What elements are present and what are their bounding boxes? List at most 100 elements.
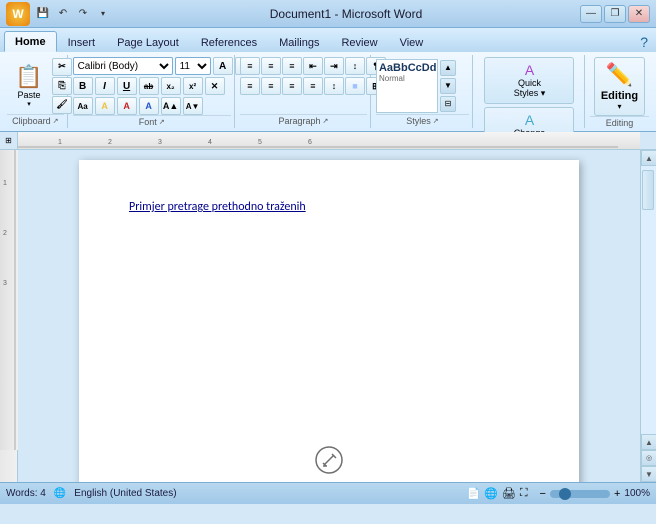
text-highlight-button[interactable]: A (95, 97, 115, 115)
ruler-corner-icon[interactable]: ⊞ (0, 132, 17, 149)
undo-quick-btn[interactable]: ↶ (54, 6, 72, 22)
clipboard-arrow-icon[interactable]: ↗ (53, 117, 59, 125)
font-color-button[interactable]: A (117, 97, 137, 115)
shading-button[interactable]: ■ (345, 77, 365, 95)
close-button[interactable]: ✕ (628, 5, 650, 23)
doc-scroll-area[interactable]: Primjer pretrage prethodno traženih (18, 150, 640, 482)
styles-up-icon[interactable]: ▲ (440, 60, 456, 76)
view-full-icon[interactable]: ⛶ (520, 487, 528, 500)
save-quick-btn[interactable]: 💾 (34, 6, 52, 22)
tab-insert[interactable]: Insert (57, 32, 107, 52)
ribbon: 📋 Paste ▾ ✂ ⎘ 🖌 Clipboard ↗ Calibri (Bod… (0, 52, 656, 132)
quick-styles-button[interactable]: A QuickStyles ▾ (484, 57, 574, 104)
editing-content: ✏️ Editing ▾ (590, 57, 649, 116)
underline-button[interactable]: U (117, 77, 137, 95)
select-browse-button[interactable]: ◎ (641, 450, 656, 466)
font-arrow-icon[interactable]: ↗ (159, 118, 165, 126)
italic-button[interactable]: I (95, 77, 115, 95)
quick-styles-group: A QuickStyles ▾ A ChangeStyles ▾ Styles (475, 55, 585, 128)
styles-arrow-icon[interactable]: ↗ (433, 117, 439, 125)
tab-review[interactable]: Review (330, 32, 388, 52)
tab-mailings[interactable]: Mailings (268, 32, 330, 52)
styles-nav: ▲ ▼ ⊟ (440, 60, 456, 112)
bullets-button[interactable]: ≡ (240, 57, 260, 75)
sort-button[interactable]: ↕ (345, 57, 365, 75)
scroll-thumb[interactable] (642, 170, 654, 210)
title-bar-left: W 💾 ↶ ↷ ▾ (6, 2, 112, 26)
editing-label: Editing (601, 90, 638, 102)
restore-button[interactable]: ❐ (604, 5, 626, 23)
styles-label: Styles ↗ (376, 114, 469, 126)
strikethrough-button[interactable]: ab (139, 77, 159, 95)
scroll-track[interactable] (641, 166, 656, 434)
paragraph-arrow-icon[interactable]: ↗ (323, 117, 329, 125)
svg-text:2: 2 (3, 230, 7, 237)
styles-down-icon[interactable]: ▼ (440, 78, 456, 94)
view-normal-icon[interactable]: 📄 (466, 487, 480, 500)
font-size-select[interactable]: 11 (175, 57, 211, 75)
paragraph-group: ≡ ≡ ≡ ⇤ ⇥ ↕ ¶ ≡ ≡ ≡ ≡ ↕ ■ ⊞ Paragraph ↗ (237, 55, 371, 128)
para-row1: ≡ ≡ ≡ ⇤ ⇥ ↕ ¶ (240, 57, 386, 75)
zoom-out-button[interactable]: − (540, 488, 546, 500)
document-page: Primjer pretrage prethodno traženih (79, 160, 579, 482)
scroll-up-button[interactable]: ▲ (641, 150, 656, 166)
tab-view[interactable]: View (389, 32, 435, 52)
decrease-indent-button[interactable]: ⇤ (303, 57, 323, 75)
ruler-scrollbar-corner (640, 132, 656, 150)
change-case-button[interactable]: Aa (73, 97, 93, 115)
vertical-ruler: 1 2 3 (0, 150, 18, 482)
font-color2-button[interactable]: A (139, 97, 159, 115)
tab-references[interactable]: References (190, 32, 268, 52)
minimize-button[interactable]: — (580, 5, 602, 23)
font-label: Font ↗ (73, 115, 231, 127)
clear-format-button[interactable]: ✕ (205, 77, 225, 95)
subscript-button[interactable]: x₂ (161, 77, 181, 95)
ruler-svg: 1 2 3 4 5 6 (18, 132, 640, 150)
help-icon[interactable]: ? (636, 32, 652, 52)
redo-quick-btn[interactable]: ↷ (74, 6, 92, 22)
font-size-dn-button[interactable]: A▼ (183, 97, 203, 115)
font-name-select[interactable]: Calibri (Body) (73, 57, 173, 75)
align-left-button[interactable]: ≡ (240, 77, 260, 95)
svg-text:1: 1 (3, 180, 7, 187)
status-left: Words: 4 🌐 English (United States) (6, 488, 177, 499)
zoom-in-button[interactable]: + (614, 488, 620, 500)
font-size-up-button[interactable]: A▲ (161, 97, 181, 115)
editing-button[interactable]: ✏️ Editing ▾ (594, 57, 645, 116)
zoom-slider[interactable] (550, 490, 610, 498)
ruler-corner[interactable]: ⊞ (0, 132, 18, 150)
next-page-button[interactable]: ▼ (641, 466, 656, 482)
styles-content: AaBbCcDd Normal ▲ ▼ ⊟ (376, 57, 469, 114)
svg-text:1: 1 (58, 139, 62, 146)
paste-button[interactable]: 📋 Paste ▾ (7, 61, 51, 111)
language-flag-icon: 🌐 (54, 488, 66, 499)
numbering-button[interactable]: ≡ (261, 57, 281, 75)
align-right-button[interactable]: ≡ (282, 77, 302, 95)
qa-dropdown-btn[interactable]: ▾ (94, 6, 112, 22)
horizontal-ruler: 1 2 3 4 5 6 (18, 132, 640, 150)
paragraph-label: Paragraph ↗ (240, 114, 367, 126)
view-print-icon[interactable]: 🖨 (502, 487, 516, 500)
prev-page-button[interactable]: ▲ (641, 434, 656, 450)
zoom-level[interactable]: 100% (624, 488, 650, 499)
office-logo-icon[interactable]: W (6, 2, 30, 26)
view-web-icon[interactable]: 🌐 (484, 487, 498, 500)
bold-button[interactable]: B (73, 77, 93, 95)
word-count[interactable]: Words: 4 (6, 488, 46, 499)
font-selects-row: Calibri (Body) 11 A A (73, 57, 255, 75)
justify-button[interactable]: ≡ (303, 77, 323, 95)
svg-text:2: 2 (108, 139, 112, 146)
language-status[interactable]: English (United States) (74, 488, 176, 499)
increase-indent-button[interactable]: ⇥ (324, 57, 344, 75)
vertical-scrollbar: ▲ ▲ ◎ ▼ (640, 150, 656, 482)
styles-more-icon[interactable]: ⊟ (440, 96, 456, 112)
tab-page-layout[interactable]: Page Layout (106, 32, 190, 52)
grow-font-button[interactable]: A (213, 57, 233, 75)
tab-home[interactable]: Home (4, 31, 57, 52)
document-text[interactable]: Primjer pretrage prethodno traženih (129, 200, 529, 214)
align-center-button[interactable]: ≡ (261, 77, 281, 95)
multilevel-button[interactable]: ≡ (282, 57, 302, 75)
font-color-row: Aa A A A A▲ A▼ (73, 97, 203, 115)
superscript-button[interactable]: x² (183, 77, 203, 95)
line-spacing-button[interactable]: ↕ (324, 77, 344, 95)
